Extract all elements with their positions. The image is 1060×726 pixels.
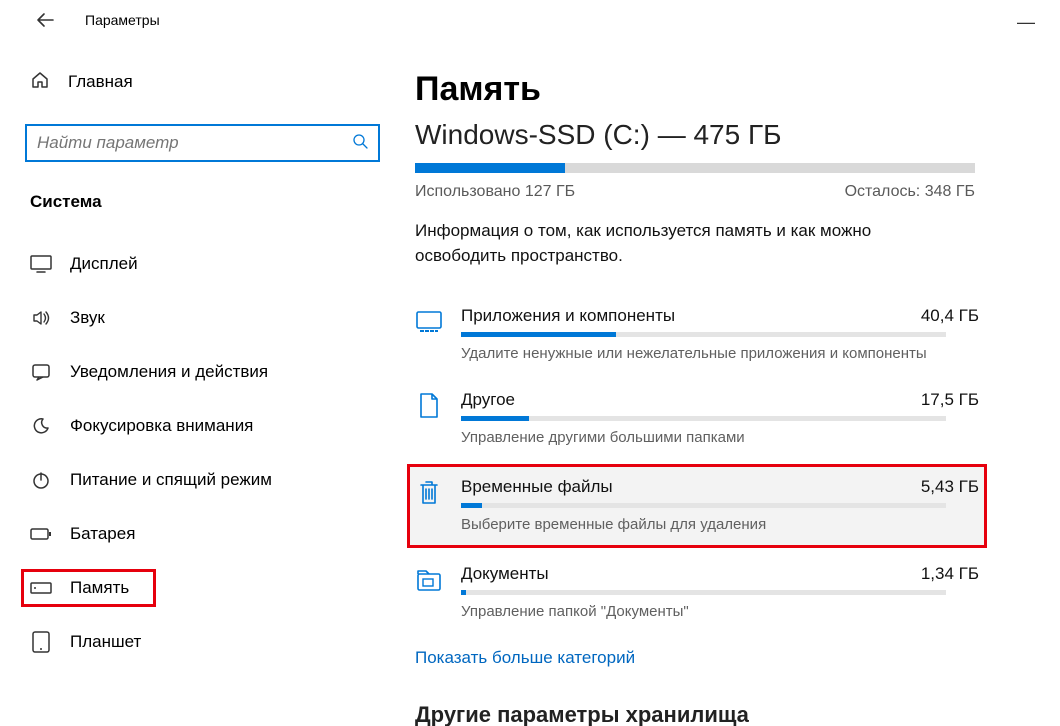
sidebar-item-display[interactable]: Дисплей: [25, 237, 375, 291]
free-label: Осталось: 348 ГБ: [845, 183, 975, 201]
home-link[interactable]: Главная: [25, 60, 375, 104]
category-documents[interactable]: Документы 1,34 ГБ Управление папкой "Док…: [407, 554, 987, 632]
category-size: 40,4 ГБ: [921, 306, 979, 326]
other-storage-heading: Другие параметры хранилища: [415, 702, 1000, 726]
title-bar: Параметры: [0, 0, 1060, 40]
storage-icon: [30, 582, 52, 594]
search-box[interactable]: [25, 124, 380, 162]
battery-icon: [30, 527, 52, 541]
category-desc: Управление другими большими папками: [461, 429, 979, 446]
category-desc: Выберите временные файлы для удаления: [461, 516, 979, 533]
sidebar-item-label: Питание и спящий режим: [70, 470, 272, 490]
window-title: Параметры: [85, 12, 160, 28]
more-categories-link[interactable]: Показать больше категорий: [415, 648, 635, 668]
storage-description: Информация о том, как используется памят…: [415, 219, 935, 268]
drive-title: Windows-SSD (C:) — 475 ГБ: [415, 119, 1000, 151]
storage-usage-labels: Использовано 127 ГБ Осталось: 348 ГБ: [415, 183, 975, 201]
sidebar-item-label: Батарея: [70, 524, 135, 544]
trash-icon: [415, 479, 443, 507]
category-size: 17,5 ГБ: [921, 390, 979, 410]
category-desc: Удалите ненужные или нежелательные прило…: [461, 345, 979, 362]
category-bar: [461, 590, 946, 595]
category-apps[interactable]: Приложения и компоненты 40,4 ГБ Удалите …: [407, 296, 987, 374]
sidebar-item-label: Память: [70, 578, 129, 598]
category-list: Приложения и компоненты 40,4 ГБ Удалите …: [407, 296, 1000, 632]
sidebar-item-power[interactable]: Питание и спящий режим: [25, 453, 375, 507]
documents-icon: [415, 566, 443, 594]
sidebar-item-notifications[interactable]: Уведомления и действия: [25, 345, 375, 399]
category-title: Временные файлы: [461, 477, 613, 497]
sidebar-item-focus[interactable]: Фокусировка внимания: [25, 399, 375, 453]
used-label: Использовано 127 ГБ: [415, 183, 575, 201]
sidebar-item-storage[interactable]: Память: [21, 569, 156, 607]
sidebar-nav: Дисплей Звук Уведомления и действия Фоку…: [25, 237, 375, 669]
search-icon: [352, 133, 368, 154]
category-size: 5,43 ГБ: [921, 477, 979, 497]
apps-icon: [415, 308, 443, 336]
file-icon: [415, 392, 443, 420]
category-title: Другое: [461, 390, 515, 410]
notifications-icon: [30, 362, 52, 382]
category-size: 1,34 ГБ: [921, 564, 979, 584]
tablet-icon: [30, 631, 52, 653]
focus-icon: [30, 416, 52, 436]
sidebar-item-battery[interactable]: Батарея: [25, 507, 375, 561]
sidebar-item-label: Фокусировка внимания: [70, 416, 253, 436]
search-input[interactable]: [37, 133, 352, 153]
display-icon: [30, 255, 52, 273]
sidebar-item-label: Звук: [70, 308, 105, 328]
power-icon: [30, 470, 52, 490]
category-temp-files[interactable]: Временные файлы 5,43 ГБ Выберите временн…: [407, 464, 987, 548]
category-other[interactable]: Другое 17,5 ГБ Управление другими больши…: [407, 380, 987, 458]
sidebar: Главная Система Дисплей Звук: [0, 40, 395, 726]
page-title: Память: [415, 70, 1000, 109]
sidebar-item-sound[interactable]: Звук: [25, 291, 375, 345]
main-content: Память Windows-SSD (C:) — 475 ГБ Использ…: [395, 40, 1060, 726]
category-title: Приложения и компоненты: [461, 306, 675, 326]
category-title: Документы: [461, 564, 549, 584]
category-bar: [461, 503, 946, 508]
storage-usage-fill: [415, 163, 565, 173]
sidebar-item-label: Дисплей: [70, 254, 138, 274]
sidebar-item-tablet[interactable]: Планшет: [25, 615, 375, 669]
back-button[interactable]: [25, 0, 65, 40]
storage-usage-bar: [415, 163, 975, 173]
category-bar: [461, 416, 946, 421]
home-icon: [30, 70, 50, 95]
home-label: Главная: [68, 72, 133, 92]
sound-icon: [30, 308, 52, 328]
sidebar-item-label: Уведомления и действия: [70, 362, 268, 382]
category-desc: Управление папкой "Документы": [461, 603, 979, 620]
category-bar: [461, 332, 946, 337]
minimize-button[interactable]: —: [1017, 12, 1035, 33]
sidebar-section-label: Система: [25, 192, 375, 212]
sidebar-item-label: Планшет: [70, 632, 141, 652]
